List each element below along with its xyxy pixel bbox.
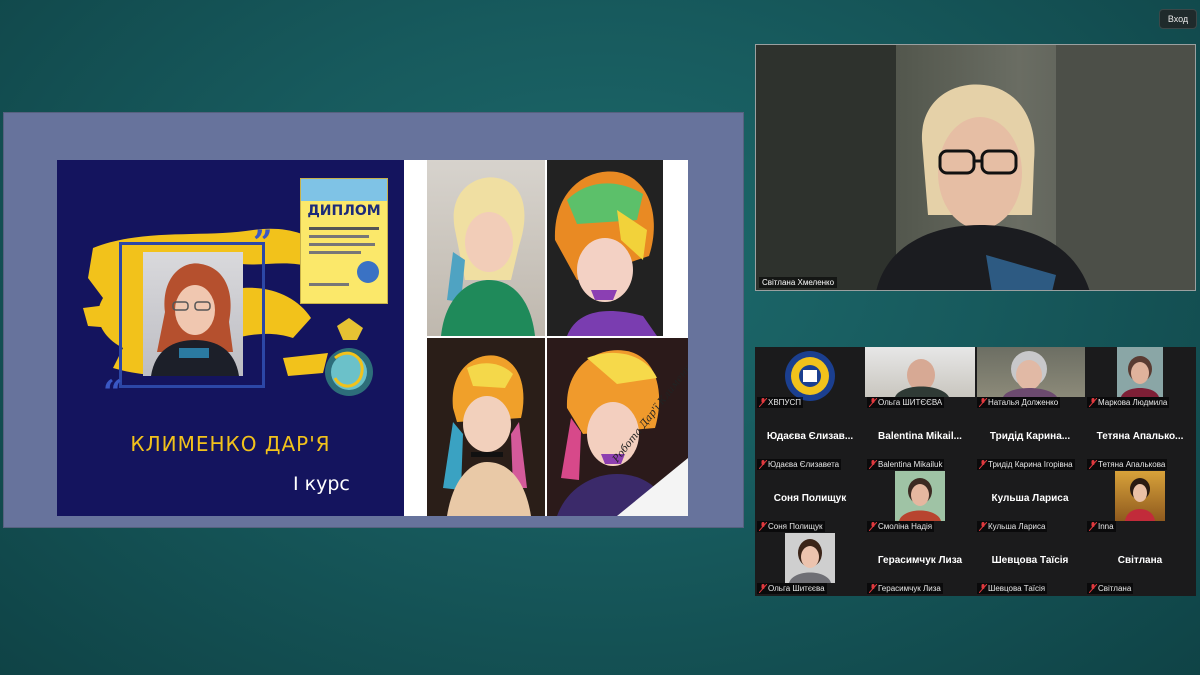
participant-tile[interactable]: Тридід Карина... Тридід Карина Ігорівна — [975, 409, 1085, 471]
speaker-avatar-image — [756, 45, 1195, 290]
muted-mic-icon — [869, 522, 877, 531]
shared-screen: ” “ ДИПЛОМ КЛИМЕНКО ДАР'Я І курс Робота … — [4, 113, 743, 527]
muted-mic-icon — [979, 522, 987, 531]
participant-tile[interactable]: Наталья Долженко — [975, 347, 1085, 409]
participant-tile[interactable]: Маркова Людмила — [1085, 347, 1195, 409]
muted-mic-icon — [759, 522, 767, 531]
hairstyle-photo-2 — [547, 160, 663, 336]
quote-mark-top: ” — [253, 223, 273, 263]
participant-tile[interactable]: Inna — [1085, 471, 1195, 533]
participant-tile[interactable]: Світлана Світлана — [1085, 533, 1195, 595]
diploma-image: ДИПЛОМ — [300, 178, 388, 304]
participant-video — [977, 347, 1085, 397]
participant-tile[interactable]: Тетяна Апалько... Тетяна Апалькова — [1085, 409, 1195, 471]
muted-mic-icon — [1089, 522, 1097, 531]
muted-mic-icon — [759, 398, 767, 407]
participant-video — [1115, 471, 1165, 521]
hairstyle-photo-4: Робота Дар'ї Клименко — [547, 338, 688, 516]
slide-left-panel: ” “ ДИПЛОМ КЛИМЕНКО ДАР'Я І курс — [57, 160, 404, 516]
participant-video — [1117, 347, 1163, 397]
muted-mic-icon — [1089, 398, 1097, 407]
participant-tile[interactable]: Юдаєва Єлизав... Юдаєва Єлизавета — [755, 409, 865, 471]
speaker-video[interactable]: Світлана Хмеленко — [755, 44, 1196, 291]
student-name: КЛИМЕНКО ДАР'Я — [130, 432, 331, 456]
student-portrait — [143, 252, 243, 376]
participants-grid: ХВПУСП Ольга ШИТЄЄВА Наталья Долженко Ма… — [755, 347, 1196, 596]
participant-tile[interactable]: ХВПУСП — [755, 347, 865, 409]
participant-video — [865, 347, 975, 397]
muted-mic-icon — [979, 584, 987, 593]
participant-tile[interactable]: Герасимчук Лиза Герасимчук Лиза — [865, 533, 975, 595]
muted-mic-icon — [869, 398, 877, 407]
participant-tile[interactable]: Ольга Шитєєва — [755, 533, 865, 595]
muted-mic-icon — [869, 584, 877, 593]
exit-button[interactable]: Вход — [1159, 9, 1197, 29]
medal-emblem — [325, 318, 373, 396]
participant-tile[interactable]: Ольга ШИТЄЄВА — [865, 347, 975, 409]
quote-mark-bottom: “ — [103, 373, 123, 413]
college-logo-icon — [785, 351, 835, 401]
muted-mic-icon — [869, 460, 877, 469]
hairstyle-photo-1 — [427, 160, 545, 336]
muted-mic-icon — [759, 460, 767, 469]
presentation-slide: ” “ ДИПЛОМ КЛИМЕНКО ДАР'Я І курс Робота … — [57, 160, 688, 516]
muted-mic-icon — [1089, 584, 1097, 593]
muted-mic-icon — [759, 584, 767, 593]
muted-mic-icon — [979, 398, 987, 407]
hairstyle-photo-3 — [427, 338, 545, 516]
participant-tile[interactable]: Balentina Mikail... Balentina Mikailuk — [865, 409, 975, 471]
participant-tile[interactable]: Соня Полищук Соня Полищук — [755, 471, 865, 533]
participant-tile[interactable]: Кульша Лариса Кульша Лариса — [975, 471, 1085, 533]
muted-mic-icon — [1089, 460, 1097, 469]
participant-video — [895, 471, 945, 521]
participant-video — [785, 533, 835, 583]
participant-tile[interactable]: Шевцова Таїсія Шевцова Таїсія — [975, 533, 1085, 595]
muted-mic-icon — [979, 460, 987, 469]
participant-tile[interactable]: Смоліна Надія — [865, 471, 975, 533]
speaker-name-tag: Світлана Хмеленко — [759, 277, 838, 288]
course-label: І курс — [293, 473, 350, 495]
